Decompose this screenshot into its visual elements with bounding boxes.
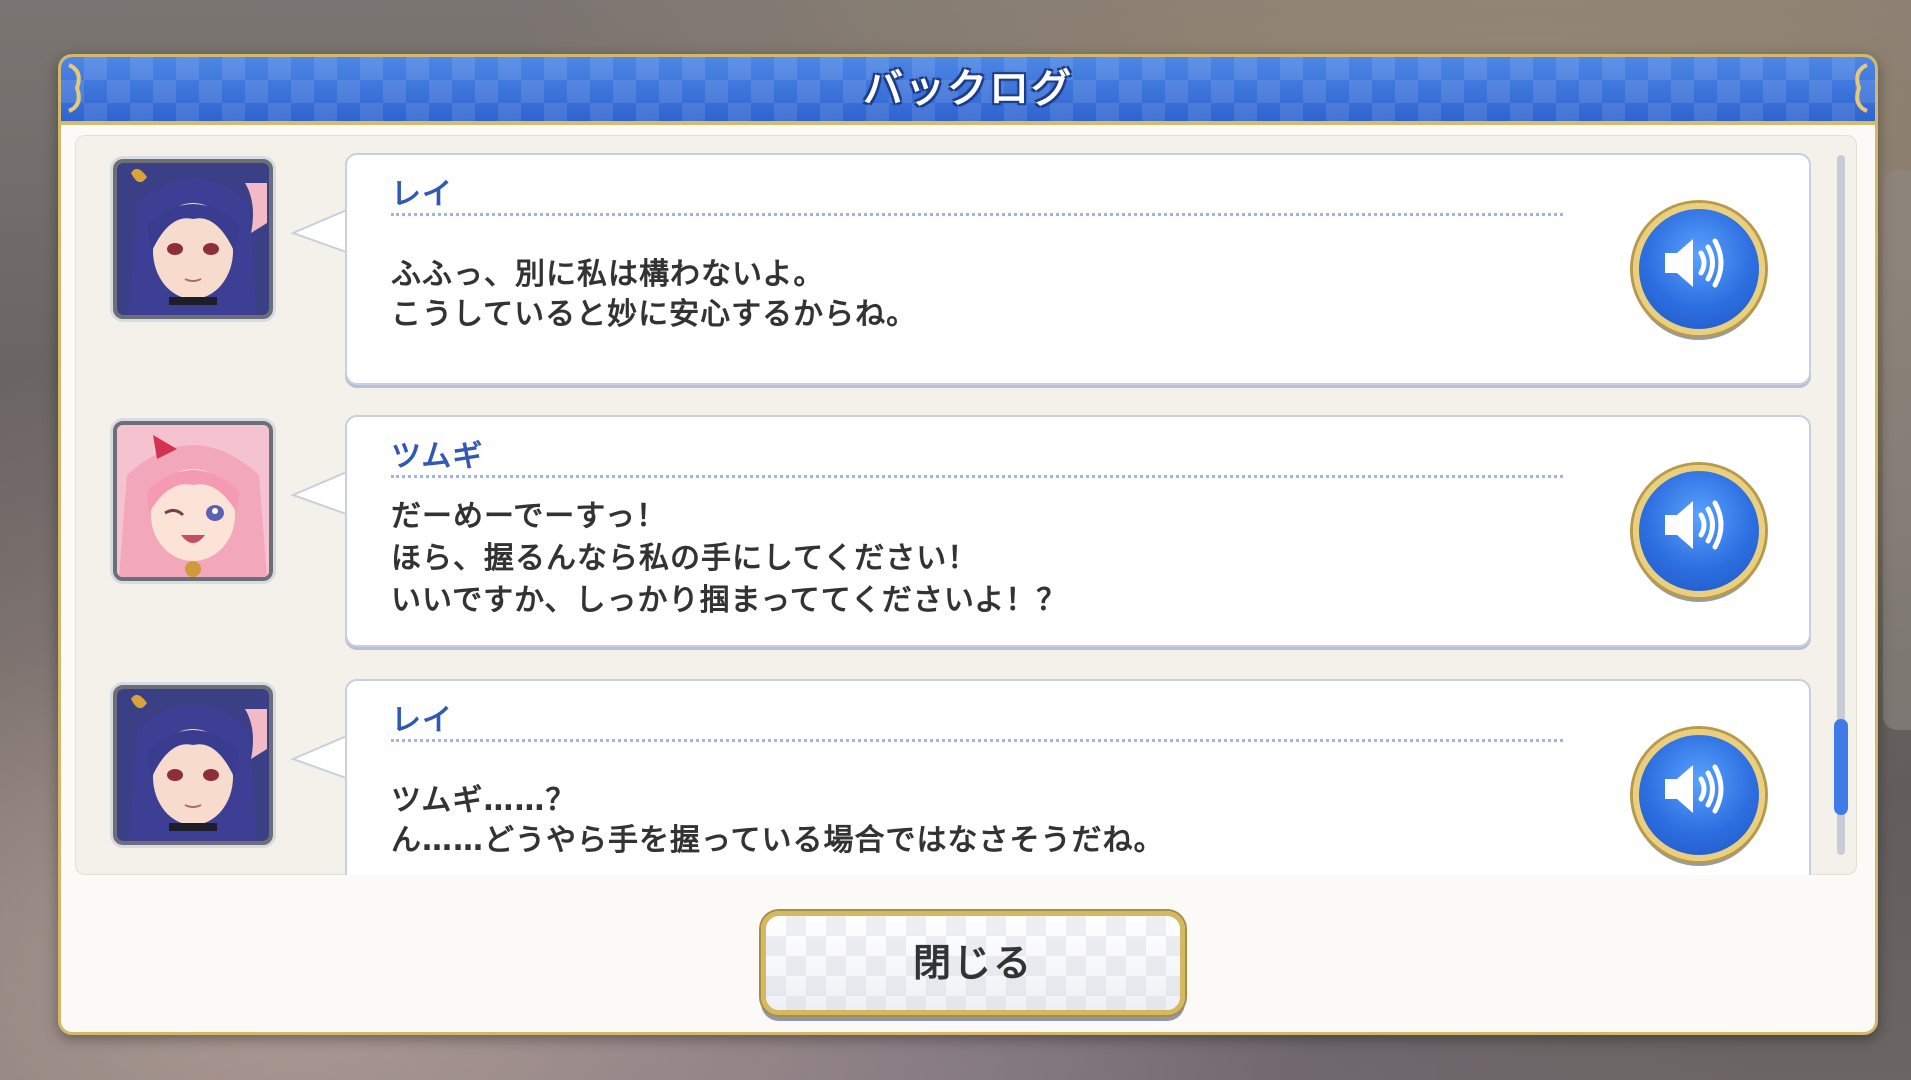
- header-corner-ornament-icon: [1855, 63, 1868, 113]
- speaker-volume-icon: [1665, 238, 1724, 288]
- speech-bubble: ツムギ だーめーでーすっ！ ほら、握るんなら私の手にしてください！ いいですか、…: [345, 415, 1811, 647]
- rei-portrait-icon: [117, 163, 269, 315]
- name-divider: [391, 475, 1563, 478]
- voice-replay-button[interactable]: [1633, 203, 1765, 335]
- voice-replay-button[interactable]: [1633, 729, 1765, 861]
- speech-bubble: レイ ふふっ、別に私は構わないよ。 こうしていると妙に安心するからね。: [345, 153, 1811, 385]
- rei-portrait-icon: [117, 689, 269, 841]
- bubble-tail: [290, 207, 349, 257]
- tsumugi-portrait-icon: [117, 425, 269, 577]
- bubble-tail: [290, 469, 349, 519]
- dialogue-line: ふふっ、別に私は構わないよ。: [391, 257, 825, 292]
- name-divider: [391, 739, 1563, 742]
- backlog-list[interactable]: レイ ふふっ、別に私は構わないよ。 こうしていると妙に安心するからね。 ツムギ …: [75, 135, 1857, 875]
- speaker-name: ツムギ: [391, 439, 484, 474]
- name-divider: [391, 213, 1563, 216]
- speaker-name: レイ: [391, 177, 453, 212]
- dialogue-line: だーめーでーすっ！: [391, 499, 667, 534]
- backlog-entry: レイ ふふっ、別に私は構わないよ。 こうしていると妙に安心するからね。: [75, 153, 1857, 393]
- voice-replay-button[interactable]: [1633, 465, 1765, 597]
- dialogue-line: ん……どうやら手を握っている場合ではなさそうだね。: [391, 823, 1165, 858]
- tsumugi-avatar: [113, 421, 273, 581]
- speaker-volume-icon: [1665, 764, 1724, 814]
- speaker-name: レイ: [391, 703, 453, 738]
- rei-avatar: [113, 159, 273, 319]
- speech-bubble: レイ ツムギ……？ ん……どうやら手を握っている場合ではなさそうだね。: [345, 679, 1811, 875]
- close-button[interactable]: 閉じる: [761, 911, 1185, 1015]
- backlog-entry: ツムギ だーめーでーすっ！ ほら、握るんなら私の手にしてください！ いいですか、…: [75, 415, 1857, 655]
- backlog-dialog: バックログ レイ ふふっ、別に私は構わないよ。 こうしていると妙に安心するからね…: [58, 54, 1878, 1035]
- rei-avatar: [113, 685, 273, 845]
- background-side-panel: [1883, 170, 1911, 730]
- dialog-title: バックログ: [863, 66, 1073, 112]
- scrollbar-thumb[interactable]: [1834, 719, 1848, 815]
- bubble-tail: [290, 733, 349, 783]
- dialogue-line: こうしていると妙に安心するからね。: [391, 297, 918, 332]
- dialog-header: バックログ: [61, 57, 1875, 125]
- dialogue-line: ほら、握るんなら私の手にしてください！: [391, 541, 979, 576]
- dialogue-line: いいですか、しっかり掴まっててくださいよ！？: [391, 583, 1068, 618]
- dialogue-line: ツムギ……？: [391, 783, 577, 818]
- backlog-entry: レイ ツムギ……？ ん……どうやら手を握っている場合ではなさそうだね。: [75, 679, 1857, 875]
- speaker-volume-icon: [1665, 500, 1724, 550]
